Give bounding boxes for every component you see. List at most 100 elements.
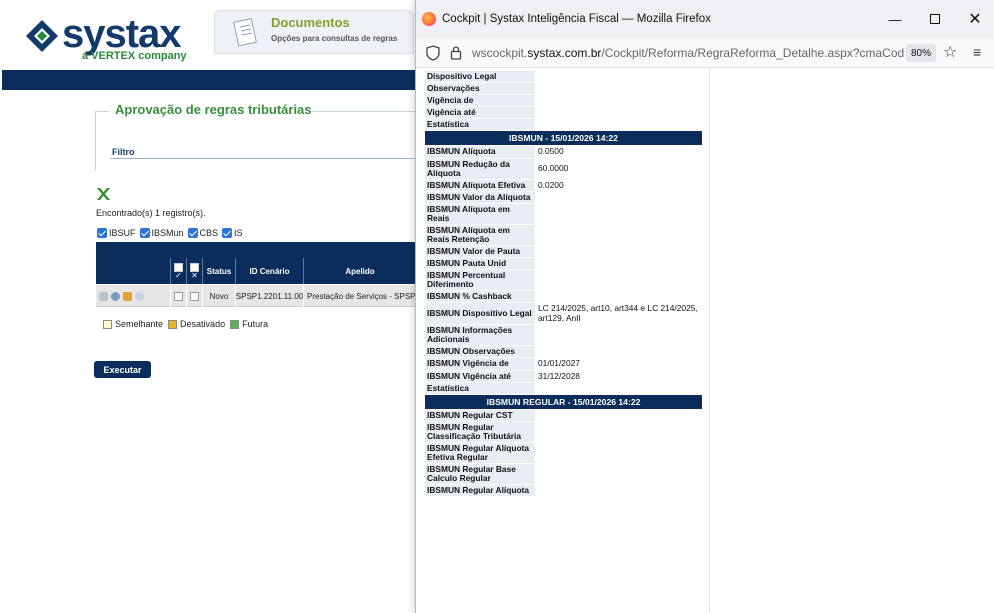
detail-value (535, 225, 702, 245)
url-text[interactable]: wscockpit.systax.com.br/Cockpit/Reforma/… (472, 46, 904, 60)
approve-all-header[interactable]: ✓ (170, 258, 186, 284)
table-row[interactable]: Novo SPSP1.2201.11.00 Prestação de Servi… (96, 285, 416, 307)
detail-row-ibsmun-regular-aliquota: IBSMUN Regular Alíquota (425, 485, 702, 497)
detail-label: IBSMUN Redução da Alíquota (425, 158, 535, 179)
detail-value (535, 107, 702, 118)
minimize-button[interactable]: — (875, 0, 915, 38)
reject-all-header[interactable]: ✕ (186, 258, 202, 284)
detail-value (535, 270, 702, 290)
systax-logo[interactable]: systax a VERTEX company (24, 12, 194, 64)
legend-semelhante: Semelhante (115, 319, 164, 329)
documentos-tab[interactable]: Documentos Opções para consultas de regr… (214, 10, 414, 54)
url-bar[interactable]: wscockpit.systax.com.br/Cockpit/Reforma/… (416, 38, 994, 68)
window-titlebar[interactable]: Cockpit | Systax Inteligência Fiscal — M… (416, 0, 994, 38)
detail-row-ibsmun-dispositivo-legal: IBSMUN Dispositivo Legal LC 214/2025, art… (425, 303, 702, 325)
details-icon[interactable] (99, 291, 108, 301)
zoom-indicator[interactable]: 80% (906, 44, 937, 62)
detail-label: Observações (425, 83, 535, 94)
detail-label: Estatística (425, 119, 535, 130)
cbs-checkbox[interactable] (187, 228, 198, 238)
ibsmun-checkbox[interactable] (139, 228, 150, 238)
detail-value (535, 464, 702, 484)
legend-swatch-desativado (168, 319, 178, 329)
grid-header-actions (96, 258, 170, 284)
tracking-shield-icon[interactable] (426, 45, 440, 61)
maximize-button[interactable] (915, 0, 955, 38)
close-button[interactable]: ✕ (955, 0, 994, 38)
detail-label: IBSMUN Valor da Alíquota (425, 192, 535, 203)
row-approve-cell (170, 285, 186, 307)
detail-row-ibsmun-valor-da-aliquota: IBSMUN Valor da Alíquota (425, 192, 702, 204)
ibsuf-checkbox[interactable] (97, 228, 107, 238)
detail-value (535, 410, 702, 421)
check-icon: ✓ (175, 270, 182, 280)
x-icon: ✕ (191, 270, 198, 280)
detail-label: Dispositivo Legal (425, 71, 535, 82)
filter-divider (110, 158, 416, 159)
row-reject-cell (186, 285, 202, 307)
detail-row-ibsmun-vigencia-ate: IBSMUN Vigência até 31/12/2028 (425, 370, 702, 383)
fieldset-border (95, 111, 109, 112)
legend-futura: Futura (242, 319, 269, 329)
row-apelido: Prestação de Serviços - SPSP1.2 (303, 285, 416, 307)
url-prefix: wscockpit. (472, 46, 528, 60)
detail-value: 01/01/2027 (538, 358, 580, 368)
detail-label: IBSMUN Alíquota (425, 146, 535, 158)
filter-toggle[interactable]: Filtro (112, 147, 135, 157)
detail-value (535, 346, 702, 357)
detail-label: IBSMUN Vigência até (425, 370, 535, 382)
row-reject-checkbox[interactable] (190, 291, 199, 301)
nav-bar (2, 70, 422, 90)
screen: systax a VERTEX company Documentos Opçõe… (0, 0, 994, 613)
hamburger-menu-icon[interactable]: ≡ (973, 44, 981, 60)
documentos-subtitle: Opções para consultas de regras (271, 34, 398, 43)
row-id-cenario: SPSP1.2201.11.00 (235, 285, 303, 307)
grid-top-bar (96, 242, 416, 258)
detail-label: IBSMUN Alíquota em Reais Retenção (425, 225, 535, 245)
firefox-icon (422, 12, 436, 26)
ibsuf-label: IBSUF (109, 228, 136, 238)
legend-swatch-semelhante (103, 319, 112, 329)
maximize-icon (930, 14, 940, 24)
detail-label: IBSMUN Alíquota em Reais (425, 204, 535, 224)
detail-row-ibsmun-percentual-diferimento: IBSMUN Percentual Diferimento (425, 270, 702, 291)
execute-button[interactable]: Executar (94, 361, 151, 378)
detail-row-ibsmun-cashback: IBSMUN % Cashback (425, 291, 702, 303)
url-path: /Cockpit/Reforma/RegraReforma_Detalhe.as… (601, 46, 904, 60)
detail-label: IBSMUN Valor de Pauta (425, 246, 535, 257)
detail-row-vigencia-de: Vigência de (425, 95, 702, 107)
detail-label: IBSMUN Percentual Diferimento (425, 270, 535, 290)
firefox-window: Cockpit | Systax Inteligência Fiscal — M… (415, 0, 994, 613)
lock-icon[interactable] (450, 45, 462, 60)
is-checkbox[interactable] (222, 228, 233, 238)
apelido-header[interactable]: Apelido (303, 258, 416, 284)
detail-row-ibsmun-aliquota-em-reais: IBSMUN Alíquota em Reais (425, 204, 702, 225)
records-found-text: Encontrado(s) 1 registro(s). (96, 208, 206, 218)
row-approve-checkbox[interactable] (174, 291, 183, 301)
window-title: Cockpit | Systax Inteligência Fiscal — M… (442, 13, 711, 25)
detail-label: Vigência até (425, 107, 535, 118)
tax-filter-row: IBSUF IBSMun CBS IS (95, 228, 243, 238)
view-icon[interactable] (111, 291, 120, 301)
history-icon[interactable] (135, 291, 144, 301)
bookmark-star-icon[interactable]: ☆ (943, 42, 957, 62)
logo-subtitle: a VERTEX company (82, 50, 187, 62)
detail-value: LC 214/2025, art10, art344 e LC 214/2025… (538, 303, 698, 323)
id-cenario-header[interactable]: ID Cenário (235, 258, 303, 284)
detail-value: 0.0500 (538, 146, 564, 156)
systax-diamond-icon (26, 20, 58, 52)
section-title: Aprovação de regras tributárias (115, 102, 312, 117)
detail-label: IBSMUN Regular Classificação Tributária (425, 422, 535, 442)
detail-label: IBSMUN Regular Base Calculo Regular (425, 464, 535, 484)
detail-value (535, 71, 702, 82)
detail-value (535, 443, 702, 463)
detail-row-ibsmun-reducao-da-aliquota: IBSMUN Redução da Alíquota 60.0000 (425, 158, 702, 180)
status-header[interactable]: Status (202, 258, 235, 284)
detail-value (535, 485, 702, 496)
ibsmun-label: IBSMun (151, 228, 184, 238)
excel-export-icon[interactable] (95, 186, 111, 202)
detail-table: Dispositivo Legal Observações Vigência de V… (425, 71, 702, 497)
detail-label: IBSMUN Alíquota Efetiva (425, 179, 535, 191)
detail-row-ibsmun-valor-de-pauta: IBSMUN Valor de Pauta (425, 246, 702, 258)
edit-icon[interactable] (123, 291, 132, 301)
